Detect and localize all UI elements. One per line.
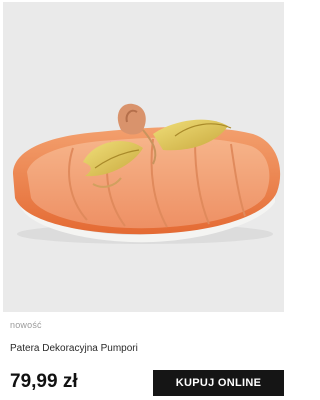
buy-online-button[interactable]: KUPUJ ONLINE — [153, 370, 284, 396]
product-name[interactable]: Patera Dekoracyjna Pumpori — [10, 343, 138, 354]
product-image[interactable] — [3, 2, 284, 312]
product-card[interactable]: nowość Patera Dekoracyjna Pumpori 79,99 … — [0, 0, 290, 400]
product-price: 79,99 zł — [10, 371, 78, 392]
new-badge: nowość — [10, 320, 42, 330]
pumpkin-platter-illustration — [13, 103, 281, 244]
